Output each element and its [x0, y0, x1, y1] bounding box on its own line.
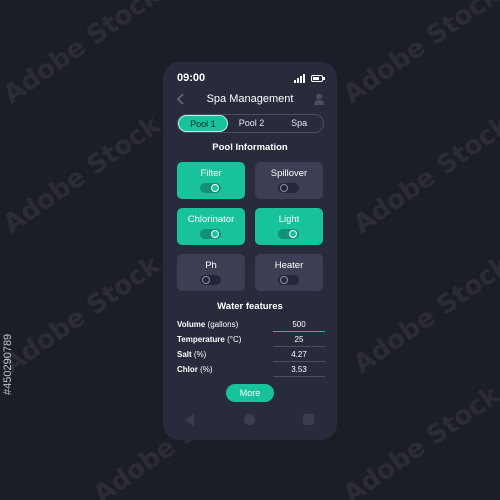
salt-row: Salt (%) 4.27: [177, 350, 325, 364]
tile-label: Heater: [274, 260, 304, 271]
watermark: Adobe Stock: [0, 0, 166, 110]
chlorinator-tile[interactable]: Chlorinator: [177, 208, 245, 245]
system-nav-bar: [163, 412, 337, 428]
pool-tabs: Pool 1 Pool 2 Spa: [177, 114, 324, 133]
water-features-title: Water features: [217, 301, 283, 312]
signal-icon: [294, 74, 305, 83]
tile-label: Chlorinator: [187, 214, 235, 225]
watermark: Adobe Stock: [338, 0, 500, 110]
heater-toggle[interactable]: [278, 275, 299, 285]
pool-info-title: Pool Information: [212, 142, 288, 153]
row-unit: (%): [193, 350, 207, 359]
tile-label: Filter: [200, 168, 222, 179]
profile-icon[interactable]: [313, 92, 325, 106]
temperature-row: Temperature (°C) 25: [177, 335, 325, 349]
watermark: Adobe Stock: [0, 250, 166, 380]
more-button[interactable]: More: [226, 384, 274, 402]
tab-pool-1[interactable]: Pool 1: [178, 115, 228, 132]
app-header: Spa Management: [163, 92, 337, 108]
watermark: Adobe Stock: [0, 110, 166, 240]
volume-row: Volume (gallons) 500: [177, 320, 325, 334]
watermark: Adobe Stock: [348, 250, 500, 380]
light-toggle[interactable]: [278, 229, 299, 239]
status-bar: 09:00: [163, 70, 337, 86]
tile-label: Spillover: [270, 168, 308, 179]
nav-home-icon[interactable]: [244, 414, 255, 425]
tile-label: Light: [278, 214, 300, 225]
clock: 09:00: [177, 72, 206, 84]
stock-id: #450290789: [2, 333, 14, 395]
phone-screen: 09:00 Spa Management Pool 1 Pool 2 Spa P…: [163, 62, 337, 440]
row-unit: (°C): [227, 335, 242, 344]
row-name: Volume: [177, 320, 206, 329]
light-tile[interactable]: Light: [255, 208, 323, 245]
watermark: Adobe Stock: [338, 380, 500, 500]
page-title: Spa Management: [206, 93, 294, 105]
nav-back-icon[interactable]: [185, 414, 195, 426]
row-name: Salt: [177, 350, 192, 359]
row-unit: (%): [200, 365, 213, 374]
chlorinator-toggle[interactable]: [200, 229, 221, 239]
salt-input[interactable]: 4.27: [273, 350, 325, 362]
spillover-tile[interactable]: Spillover: [255, 162, 323, 199]
chlor-input[interactable]: 3.53: [273, 365, 325, 377]
nav-recent-icon[interactable]: [303, 414, 314, 425]
temperature-input[interactable]: 25: [273, 335, 325, 347]
ph-tile[interactable]: Ph: [177, 254, 245, 291]
row-name: Chlor: [177, 365, 198, 374]
row-name: Temperature: [177, 335, 225, 344]
spillover-toggle[interactable]: [278, 183, 299, 193]
tile-label: Ph: [205, 260, 217, 271]
tab-spa[interactable]: Spa: [275, 115, 323, 132]
filter-toggle[interactable]: [200, 183, 221, 193]
filter-tile[interactable]: Filter: [177, 162, 245, 199]
tab-pool-2[interactable]: Pool 2: [228, 115, 276, 132]
battery-icon: [311, 75, 325, 82]
volume-input[interactable]: 500: [273, 320, 325, 332]
ph-toggle[interactable]: [200, 275, 221, 285]
chlor-row: Chlor (%) 3.53: [177, 365, 325, 379]
heater-tile[interactable]: Heater: [255, 254, 323, 291]
row-unit: (gallons): [207, 320, 239, 329]
watermark: Adobe Stock: [348, 110, 500, 240]
